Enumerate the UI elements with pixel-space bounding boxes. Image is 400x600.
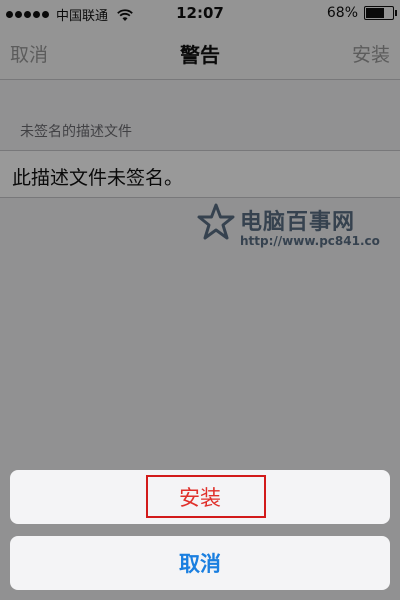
cancel-button[interactable]: 取消	[10, 536, 390, 590]
highlight-box	[146, 475, 266, 518]
ios-screen: 中国联通 12:07 68% 取消 警告 安装 未签名的描述文件 此描述文件未签…	[0, 0, 400, 600]
